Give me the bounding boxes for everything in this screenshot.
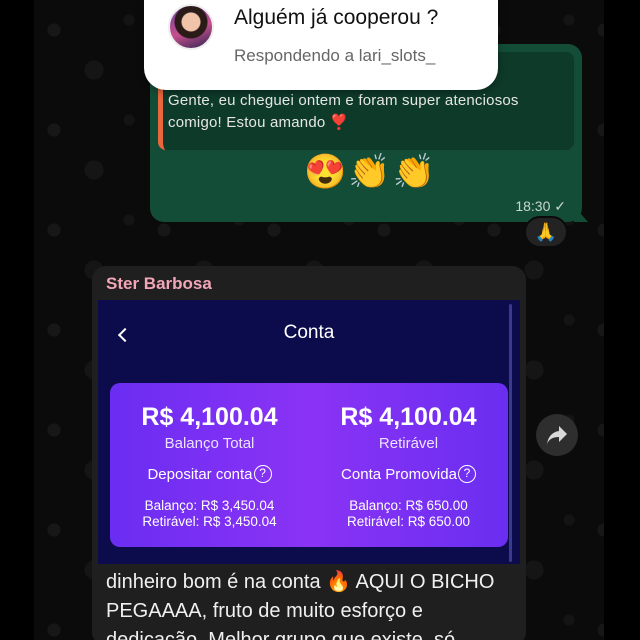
balance-column-withdrawable: R$ 4,100.04 Retirável Conta Promovida? B…	[309, 383, 508, 547]
promo-balance-line: Balanço: R$ 650.00	[349, 498, 468, 513]
total-balance-label: Balanço Total	[164, 435, 255, 452]
left-margin	[0, 0, 34, 640]
story-question: Alguém já cooperou ?	[234, 6, 439, 29]
message-emojis: 😍👏👏	[304, 153, 438, 191]
forward-button[interactable]	[536, 414, 578, 456]
help-icon: ?	[457, 465, 476, 483]
bubble-tail	[574, 206, 588, 222]
total-withdrawable-line: Retirável: R$ 3,450.04	[142, 514, 277, 529]
incoming-message-text: dinheiro bom é na conta 🔥 AQUI O BICHO P…	[106, 571, 495, 640]
balance-card: R$ 4,100.04 Balanço Total Depositar cont…	[110, 383, 508, 547]
image-screen-title: Conta	[283, 322, 335, 343]
promoted-account-label: Conta Promovida	[341, 466, 457, 483]
deposit-link-label: Depositar conta	[147, 466, 253, 483]
withdrawable-label: Retirável	[378, 435, 439, 452]
image-scrollbar	[509, 304, 512, 562]
balance-column-total: R$ 4,100.04 Balanço Total Depositar cont…	[110, 383, 309, 547]
help-icon: ?	[253, 465, 272, 483]
sender-name[interactable]: Ster Barbosa	[106, 274, 212, 294]
withdrawable-amount: R$ 4,100.04	[340, 403, 477, 431]
story-avatar[interactable]	[168, 4, 214, 50]
deposit-link: Depositar conta?	[110, 465, 309, 483]
forward-icon	[547, 426, 567, 444]
promoted-account-link: Conta Promovida?	[309, 465, 508, 483]
replying-to-label: Respondendo a lari_slots_	[234, 46, 436, 65]
message-meta: 18:30 ✓	[515, 198, 566, 215]
promo-withdrawable-line: Retirável: R$ 650.00	[346, 514, 471, 529]
incoming-message-bubble[interactable]: Ster Barbosa Conta R$ 4,100.04 Balanço T…	[92, 266, 526, 640]
sent-check-icon: ✓	[554, 198, 566, 214]
message-time: 18:30	[515, 198, 551, 214]
total-balance-line: Balanço: R$ 3,450.04	[144, 498, 275, 513]
shared-image[interactable]: Conta R$ 4,100.04 Balanço Total Deposita…	[98, 300, 520, 564]
quoted-message-text: Gente, eu cheguei ontem e foram super at…	[168, 92, 519, 131]
story-reply-card[interactable]: Alguém já cooperou ? Respondendo a lari_…	[144, 0, 498, 90]
total-balance-amount: R$ 4,100.04	[141, 403, 278, 431]
reaction-badge[interactable]: 🙏	[524, 216, 568, 248]
right-margin	[604, 0, 640, 640]
